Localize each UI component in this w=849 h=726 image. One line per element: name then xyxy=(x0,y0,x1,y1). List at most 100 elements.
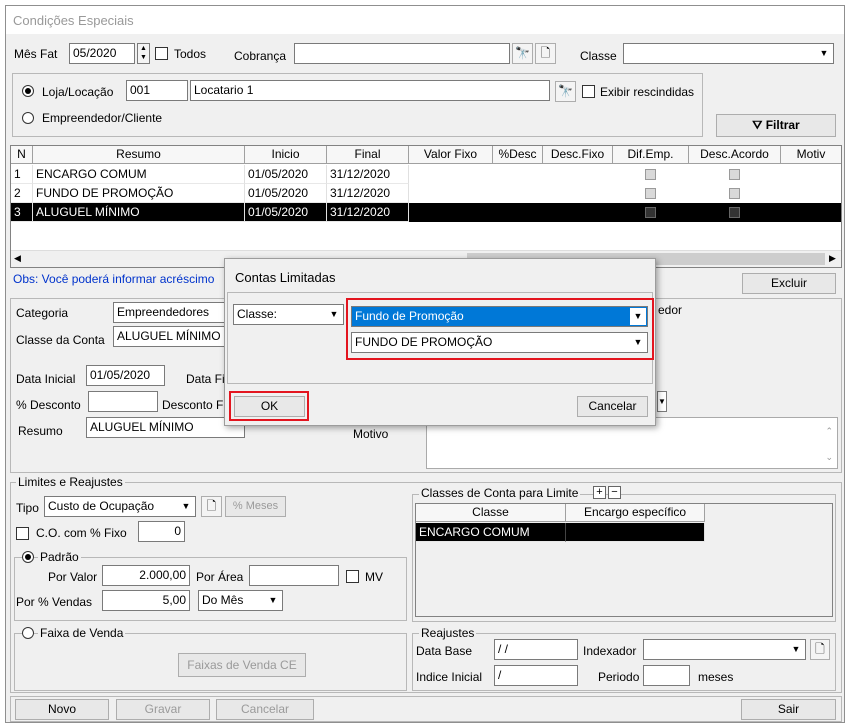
chevron-down-icon[interactable]: ▼ xyxy=(657,391,667,412)
empreendedor-radio[interactable] xyxy=(22,112,34,124)
col-header-encargo[interactable]: Encargo específico xyxy=(566,504,705,522)
scroll-left-icon[interactable]: ◀ xyxy=(14,253,21,264)
por-valor-input[interactable]: 2.000,00 xyxy=(102,565,190,586)
fundo-combo-2[interactable]: FUNDO DE PROMOÇÃO ▼ xyxy=(351,332,648,353)
col-header-classe[interactable]: Classe xyxy=(416,504,566,522)
classes-limite-grid[interactable]: Classe Encargo específico ENCARGO COMUM xyxy=(415,503,833,617)
novo-button[interactable]: Novo xyxy=(15,699,109,720)
classe-label: Classe xyxy=(580,49,617,63)
fundo-combo-1-value: Fundo de Promoção xyxy=(355,309,464,323)
exibir-checkbox[interactable] xyxy=(582,85,595,98)
cell-n: 3 xyxy=(11,203,33,222)
todos-checkbox[interactable] xyxy=(155,47,168,60)
classe-conta-input[interactable]: ALUGUEL MÍNIMO xyxy=(113,326,231,347)
indexador-select[interactable]: ▼ xyxy=(643,639,806,660)
document-icon[interactable]: 🗋 xyxy=(201,496,222,517)
desc-acordo-checkbox[interactable] xyxy=(729,188,740,199)
periodo-select[interactable]: Do Mês ▼ xyxy=(198,590,283,611)
mv-checkbox[interactable] xyxy=(346,570,359,583)
mes-fat-input[interactable]: 05/2020 xyxy=(69,43,135,64)
table-row[interactable]: 3 ALUGUEL MÍNIMO 01/05/2020 31/12/2020 xyxy=(11,203,841,222)
chevron-down-icon[interactable]: ▼ xyxy=(326,306,342,323)
col-header-motiv[interactable]: Motiv xyxy=(781,146,841,164)
col-header-desc-fixo[interactable]: Desc.Fixo xyxy=(543,146,613,164)
col-header-inicio[interactable]: Inicio xyxy=(245,146,327,164)
window-title: Condições Especiais xyxy=(13,13,134,28)
dif-emp-checkbox[interactable] xyxy=(645,207,656,218)
binoculars-icon[interactable]: 🔭 xyxy=(555,81,576,102)
desconto-input[interactable] xyxy=(88,391,158,412)
tipo-select[interactable]: Custo de Ocupação ▼ xyxy=(44,496,196,517)
conditions-grid[interactable]: N Resumo Inicio Final Valor Fixo %Desc D… xyxy=(10,145,842,268)
padrao-radio[interactable] xyxy=(22,551,34,563)
cell-resumo: ENCARGO COMUM xyxy=(33,165,245,184)
col-header-dif-emp[interactable]: Dif.Emp. xyxy=(613,146,689,164)
resumo-label: Resumo xyxy=(18,424,63,438)
chevron-down-icon[interactable]: ▼ xyxy=(265,592,281,609)
cell-inicio: 01/05/2020 xyxy=(245,203,327,222)
document-icon[interactable]: 🗋 xyxy=(810,639,830,660)
loja-name-input[interactable]: Locatario 1 xyxy=(190,80,550,101)
scroll-down-icon[interactable]: ⌄ xyxy=(825,452,833,463)
filtrar-button[interactable]: ⛛ Filtrar xyxy=(716,114,836,137)
chevron-down-icon[interactable]: ▼ xyxy=(178,498,194,515)
dif-emp-checkbox[interactable] xyxy=(645,188,656,199)
dif-emp-checkbox[interactable] xyxy=(645,169,656,180)
data-inicial-label: Data Inicial xyxy=(16,372,76,386)
chevron-down-icon[interactable]: ▼ xyxy=(816,45,832,62)
cobranca-input[interactable] xyxy=(294,43,510,64)
data-inicial-input[interactable]: 01/05/2020 xyxy=(86,365,165,386)
remove-icon[interactable]: − xyxy=(608,486,621,499)
faixas-button[interactable]: Faixas de Venda CE xyxy=(178,653,306,677)
table-row[interactable]: ENCARGO COMUM xyxy=(416,523,705,542)
col-header-desc-acordo[interactable]: Desc.Acordo xyxy=(689,146,781,164)
dialog-cancel-button[interactable]: Cancelar xyxy=(577,396,648,417)
sair-button[interactable]: Sair xyxy=(741,699,836,720)
ok-button[interactable]: OK xyxy=(234,396,305,417)
col-header-n[interactable]: N xyxy=(11,146,33,164)
periodo-input[interactable] xyxy=(643,665,690,686)
loja-radio[interactable] xyxy=(22,85,34,97)
binoculars-icon[interactable]: 🔭 xyxy=(512,43,533,64)
classe-conta-label: Classe da Conta xyxy=(16,333,105,347)
excluir-button[interactable]: Excluir xyxy=(742,273,836,294)
mes-fat-spinner[interactable]: ▲ ▼ xyxy=(137,43,150,64)
resumo-input[interactable]: ALUGUEL MÍNIMO xyxy=(86,417,245,438)
col-header-desc[interactable]: %Desc xyxy=(493,146,543,164)
chevron-down-icon[interactable]: ▼ xyxy=(630,334,646,351)
co-checkbox[interactable] xyxy=(16,527,29,540)
col-header-valor-fixo[interactable]: Valor Fixo xyxy=(409,146,493,164)
classe-select[interactable]: ▼ xyxy=(623,43,834,64)
gravar-button[interactable]: Gravar xyxy=(116,699,210,720)
faixa-radio[interactable] xyxy=(22,627,34,639)
spin-up-icon[interactable]: ▲ xyxy=(138,44,149,53)
add-icon[interactable]: + xyxy=(593,486,606,499)
col-header-resumo[interactable]: Resumo xyxy=(33,146,245,164)
cell-inicio: 01/05/2020 xyxy=(245,165,327,184)
chevron-down-icon[interactable]: ▼ xyxy=(788,641,804,658)
classe-combo[interactable]: Classe: ▼ xyxy=(233,304,344,325)
chevron-down-icon[interactable]: ▼ xyxy=(630,308,646,325)
periodo-label: Periodo xyxy=(598,670,640,684)
loja-code-input[interactable]: 001 xyxy=(126,80,188,101)
co-input[interactable]: 0 xyxy=(138,521,185,542)
cancelar-button[interactable]: Cancelar xyxy=(216,699,314,720)
dialog-title: Contas Limitadas xyxy=(235,270,336,285)
data-base-input[interactable]: / / xyxy=(494,639,578,660)
document-icon[interactable]: 🗋 xyxy=(535,43,556,64)
categoria-input[interactable]: Empreendedores xyxy=(113,302,231,323)
indice-input[interactable]: / xyxy=(494,665,578,686)
desc-acordo-checkbox[interactable] xyxy=(729,169,740,180)
cell-final: 31/12/2020 xyxy=(327,203,409,222)
meses-button[interactable]: % Meses xyxy=(225,496,286,517)
por-area-input[interactable] xyxy=(249,565,339,586)
empreendedor-label: Empreendedor/Cliente xyxy=(42,111,163,125)
faixa-label: Faixa de Venda xyxy=(38,626,126,640)
desc-acordo-checkbox[interactable] xyxy=(729,207,740,218)
col-header-final[interactable]: Final xyxy=(327,146,409,164)
fundo-combo-1[interactable]: Fundo de Promoção ▼ xyxy=(351,306,648,327)
por-vendas-input[interactable]: 5,00 xyxy=(102,590,190,611)
spin-down-icon[interactable]: ▼ xyxy=(138,53,149,62)
scroll-up-icon[interactable]: ⌃ xyxy=(825,426,833,437)
scroll-right-icon[interactable]: ▶ xyxy=(829,253,836,264)
